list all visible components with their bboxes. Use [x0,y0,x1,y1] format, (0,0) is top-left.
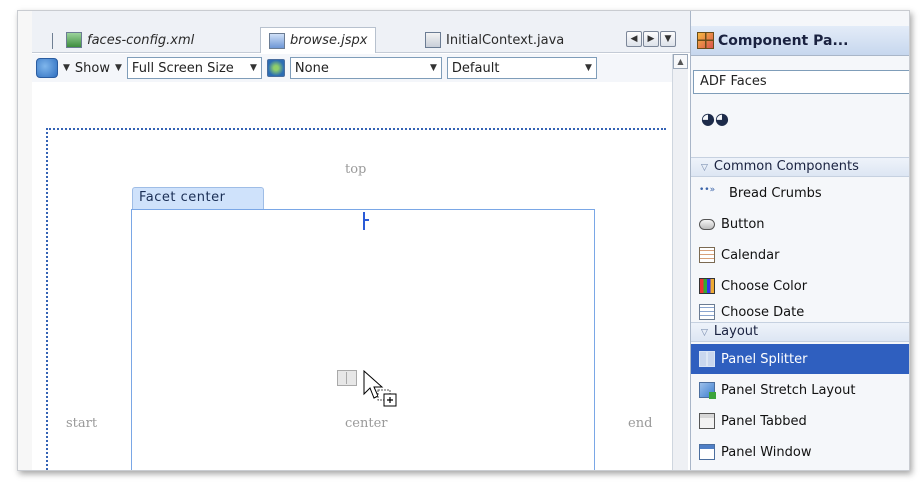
panel-tabbed-icon [699,413,715,429]
choose-color-icon [699,278,715,294]
section-label: Layout [713,324,759,339]
tab-faces-config[interactable]: faces-config.xml [58,27,202,53]
facet-start-label: start [66,416,98,431]
palette-item-bread-crumbs[interactable]: ••» Bread Crumbs [691,178,909,208]
panel-boundary-left [46,128,48,470]
palette-item-label: Button [721,216,765,232]
palette-item-label: Panel Splitter [721,351,808,367]
palette-header: Component Pa... [691,26,909,56]
canvas-vertical-scrollbar[interactable]: ▲ [672,54,688,470]
section-label: Common Components [713,159,859,174]
jdeveloper-window: faces-config.xml browse.jspx InitialCont… [17,10,910,471]
dragged-component-ghost [337,370,357,386]
palette-item-calendar[interactable]: Calendar [691,240,909,270]
tab-separator [52,33,53,49]
facet-center-tab[interactable]: Facet center [132,187,264,209]
skin-globe-icon[interactable] [266,59,285,77]
binoculars-search-icon[interactable]: ◕◕ [701,109,729,128]
palette-item-label: Calendar [721,247,780,263]
collapse-triangle-icon: ▽ [701,163,708,173]
screen-size-value: Full Screen Size [131,60,234,76]
palette-library-select[interactable]: ADF Faces [693,70,909,94]
palette-item-label: Panel Window [721,444,812,460]
refresh-icon[interactable] [36,58,58,78]
tab-label: InitialContext.java [446,32,565,48]
facet-end-label: end [628,416,653,431]
palette-title: Component Pa... [718,32,849,49]
button-icon [699,218,715,230]
chevron-down-icon[interactable]: ▼ [63,63,70,73]
chevron-down-icon: ▼ [430,63,437,73]
palette-item-panel-splitter[interactable]: Panel Splitter [691,344,909,374]
tab-label: faces-config.xml [87,32,195,48]
palette-item-label: Choose Date [721,304,805,320]
calendar-icon [699,247,715,263]
skin-select[interactable]: None ▼ [289,57,442,79]
component-palette-icon [697,32,714,49]
show-menu[interactable]: Show [75,61,110,76]
editor-tab-bar: faces-config.xml browse.jspx InitialCont… [32,11,690,53]
palette-item-button[interactable]: Button [691,209,909,239]
tab-label: browse.jspx [290,33,368,48]
scroll-up-icon[interactable]: ▲ [673,54,688,69]
palette-item-panel-tabbed[interactable]: Panel Tabbed [691,406,909,436]
design-toolbar: ▼ Show ▼ Full Screen Size ▼ None ▼ Defau… [32,54,672,82]
palette-item-label: Choose Color [721,278,808,294]
collapse-triangle-icon: ▽ [701,328,708,338]
panel-stretch-layout-icon [699,382,716,399]
palette-item-choose-date[interactable]: Choose Date [691,302,909,322]
style-value: Default [451,60,500,76]
facet-center-dropzone[interactable] [131,209,595,470]
screen-size-select[interactable]: Full Screen Size ▼ [126,57,262,79]
palette-item-panel-stretch-layout[interactable]: Panel Stretch Layout [691,375,909,405]
facet-top-label: top [345,162,367,177]
section-common-components[interactable]: ▽ Common Components [691,157,909,177]
scroll-tabs-left-icon[interactable]: ◀ [626,31,642,47]
palette-item-label: Bread Crumbs [729,185,822,201]
chevron-down-icon: ▼ [250,63,257,73]
tab-navigation: ◀ ▶ ▼ [626,31,676,47]
palette-item-choose-color[interactable]: Choose Color [691,271,909,301]
design-canvas[interactable]: top start end Facet center center [32,84,671,470]
insertion-marker [363,212,369,230]
panel-splitter-icon [699,351,715,367]
java-file-icon [425,32,441,48]
palette-item-label: Panel Tabbed [721,413,807,429]
chevron-down-icon[interactable]: ▼ [115,63,122,73]
scroll-tabs-right-icon[interactable]: ▶ [643,31,659,47]
panel-window-icon [699,444,715,460]
faces-config-icon [66,32,82,48]
tab-browse-jspx[interactable]: browse.jspx [260,27,377,53]
section-layout[interactable]: ▽ Layout [691,322,909,342]
palette-item-label: Panel Stretch Layout [721,382,856,398]
facet-center-label: center [345,416,388,431]
component-palette: Component Pa... ADF Faces ◕◕ ▽ Common Com… [690,11,909,470]
palette-item-panel-window[interactable]: Panel Window [691,437,909,467]
left-gutter [18,11,32,470]
tab-initialcontext-java[interactable]: InitialContext.java [417,27,572,53]
style-select[interactable]: Default ▼ [446,57,597,79]
panel-boundary-top [46,128,666,130]
choose-date-icon [699,304,715,320]
skin-value: None [294,60,329,76]
chevron-down-icon: ▼ [585,63,592,73]
jspx-file-icon [269,32,285,49]
bread-crumbs-icon: ••» [699,185,716,195]
tab-list-dropdown-icon[interactable]: ▼ [660,31,676,47]
drag-copy-cursor-icon [363,370,397,407]
